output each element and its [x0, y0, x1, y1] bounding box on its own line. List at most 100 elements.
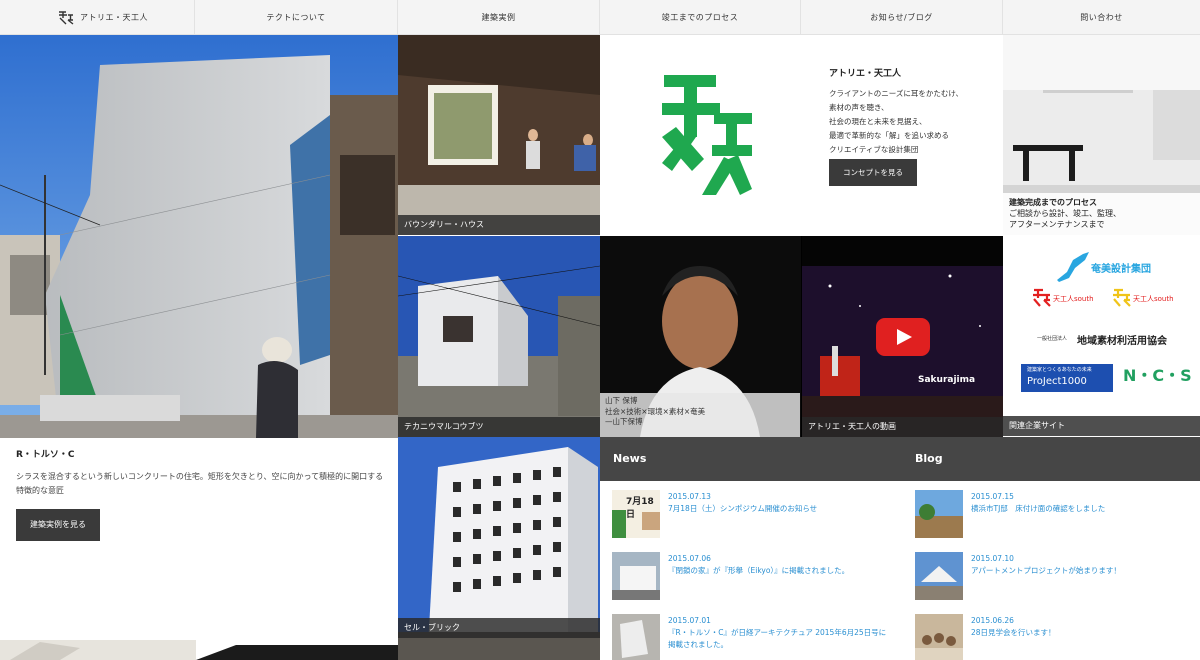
- nav-item-works[interactable]: 建築実例: [398, 0, 600, 35]
- process-line: アフターメンテナンスまで: [1009, 220, 1105, 230]
- video-caption: アトリエ・天工人の動画: [802, 417, 1003, 437]
- person-caption: 山下 保博 社会×技術×環境×素材×奄美 —山下保博: [600, 393, 800, 437]
- hero-image: [0, 35, 398, 438]
- blog-item[interactable]: 2015.06.26 28日見学会を行います！: [915, 614, 1195, 660]
- amami-island-icon: [1057, 252, 1089, 282]
- caption-cell-brick: セル・ブリック: [398, 618, 600, 638]
- tekani-image: [398, 236, 600, 437]
- news-title[interactable]: 『閉鎖の家』が『形擧（Eikyo）』に掲載されました。: [668, 565, 888, 577]
- news-thumb-text: 7月18日: [626, 497, 654, 520]
- blog-thumb-image: [915, 552, 963, 600]
- view-works-button[interactable]: 建築実例を見る: [16, 509, 100, 542]
- concept-title: アトリエ・天工人: [829, 69, 902, 79]
- blog-thumb-image: [915, 614, 963, 660]
- concept-text: クライアントのニーズに耳をかたむけ、 素材の声を聴き、 社会の現在と未来を見据え…: [829, 87, 999, 156]
- tekuto-south-yellow-logo-icon: [1113, 288, 1131, 307]
- concept-line: クライアントのニーズに耳をかたむけ、: [829, 89, 963, 98]
- hero-info: R・トルソ・C シラスを混合するという新しいコンクリートの住宅。矩形を欠きとり、…: [16, 447, 386, 542]
- news-thumb: [612, 552, 660, 600]
- news-item[interactable]: 2015.07.01 『R・トルソ・C』が日経アーキテクチュア 2015年6月2…: [612, 614, 902, 660]
- caption-boundary-house: バウンダリー・ハウス: [398, 215, 600, 235]
- boundary-house-image: [398, 35, 600, 235]
- partial-image-2: [196, 645, 398, 660]
- news-thumb-image: [612, 614, 660, 660]
- hero-photo-r-torso-c[interactable]: [0, 35, 398, 438]
- news-date: 2015.07.13: [668, 492, 711, 501]
- process-title: 建築完成までのプロセス: [1009, 198, 1097, 207]
- person-name: 山下 保博: [605, 396, 638, 405]
- news-heading: News: [600, 437, 902, 481]
- blog-list: 2015.07.15 横浜市TJ邸 床付け面の確認をしました 2015.07.1…: [915, 490, 1195, 660]
- nav-item-contact[interactable]: 問い合わせ: [1003, 0, 1200, 35]
- news-thumb: 7月18日: [612, 490, 660, 538]
- news-title[interactable]: 7月18日（土）シンポジウム開催のお知らせ: [668, 503, 888, 515]
- partial-image: [10, 642, 80, 660]
- concept-line: 素材の声を聴き、: [829, 102, 889, 112]
- news-list: 7月18日 2015.07.13 7月18日（土）シンポジウム開催のお知らせ 2…: [612, 490, 902, 660]
- tekuto-south-logo-icon: [1033, 288, 1051, 307]
- blog-title[interactable]: 横浜市TJ邸 床付け面の確認をしました: [971, 503, 1191, 515]
- concept-line: 最適で革新的な「解」を追い求める: [829, 130, 949, 140]
- tile-tekani[interactable]: テカニウマルコウブツ: [398, 236, 600, 437]
- tekuto-south-label: 天工人south: [1053, 295, 1094, 303]
- project-tagline: 建築家とつくるあなたの未来: [1027, 367, 1092, 373]
- kyokai-link[interactable]: 一般社団法人 地域素材利活用協会: [1037, 330, 1197, 350]
- project1000-label: ProJect1000: [1027, 376, 1087, 387]
- tekuto-south-link[interactable]: 天工人south: [1033, 288, 1103, 310]
- tile-process[interactable]: 建築完成までのプロセス ご相談から設計、竣工、監理、 アフターメンテナンスまで: [1003, 35, 1200, 235]
- video-panel[interactable]: Sakurajima 山下 保博 社会×技術×環境×素材×奄美 —山下保博 アト…: [600, 236, 1003, 437]
- blog-date: 2015.07.15: [971, 492, 1014, 501]
- news-item[interactable]: 2015.07.06 『閉鎖の家』が『形擧（Eikyo）』に掲載されました。: [612, 552, 902, 614]
- concept-panel: アトリエ・天工人 クライアントのニーズに耳をかたむけ、 素材の声を聴き、 社会の…: [600, 35, 1003, 235]
- amami-label: 奄美設計集団: [1091, 264, 1151, 275]
- blog-date: 2015.06.26: [971, 616, 1014, 625]
- view-concept-button[interactable]: コンセプトを見る: [829, 159, 917, 186]
- partial-photo-left[interactable]: [0, 640, 196, 660]
- news-date: 2015.07.01: [668, 616, 711, 625]
- partial-photo-right[interactable]: [196, 640, 398, 660]
- blog-title[interactable]: アパートメントプロジェクトが始まります！: [971, 565, 1191, 577]
- hero-title: R・トルソ・C: [16, 450, 75, 460]
- nav-item-process[interactable]: 竣工までのプロセス: [600, 0, 801, 35]
- tekuto-logo-icon: [59, 10, 74, 25]
- blog-title[interactable]: 28日見学会を行います！: [971, 627, 1191, 639]
- news-title[interactable]: 『R・トルソ・C』が日経アーキテクチュア 2015年6月25日号に掲載されました…: [668, 627, 888, 651]
- partners-caption: 関連企業サイト: [1003, 416, 1200, 436]
- blog-thumb-image: [915, 490, 963, 538]
- concept-line: クリエイティブな設計集団: [829, 144, 919, 154]
- blog-heading: Blog: [902, 437, 1200, 481]
- nav-home-logo[interactable]: アトリエ・天工人: [0, 0, 195, 35]
- tekuto-brand-logo-icon: [662, 75, 752, 195]
- youtube-play-icon[interactable]: [876, 318, 930, 356]
- partners-panel: 奄美設計集団 天工人south 天工人south 一般社団法人 地域素材利活用協…: [1003, 236, 1200, 436]
- blog-item[interactable]: 2015.07.15 横浜市TJ邸 床付け面の確認をしました: [915, 490, 1195, 552]
- amami-link[interactable]: 奄美設計集団: [1053, 250, 1183, 284]
- blog-item[interactable]: 2015.07.10 アパートメントプロジェクトが始まります！: [915, 552, 1195, 614]
- project1000-link[interactable]: 建築家とつくるあなたの未来 ProJect1000: [1021, 364, 1113, 392]
- nav-logo-label: アトリエ・天工人: [80, 13, 148, 22]
- tile-boundary-house[interactable]: バウンダリー・ハウス: [398, 35, 600, 235]
- kyokai-label: 地域素材利活用協会: [1077, 336, 1167, 347]
- top-nav: アトリエ・天工人 テクトについて 建築実例 竣工までのプロセス お知らせ/ブログ…: [0, 0, 1200, 35]
- news-item[interactable]: 7月18日 2015.07.13 7月18日（土）シンポジウム開催のお知らせ: [612, 490, 902, 552]
- hero-description: シラスを混合するという新しいコンクリートの住宅。矩形を欠きとり、空に向かって積極…: [16, 472, 384, 495]
- tekuto-south-2-link[interactable]: 天工人south: [1113, 288, 1193, 310]
- ncs-label: N・C・S: [1123, 366, 1192, 385]
- process-line: ご相談から設計、竣工、監理、: [1009, 209, 1121, 219]
- person-tagline: 社会×技術×環境×素材×奄美: [605, 406, 706, 416]
- blog-thumb: [915, 490, 963, 538]
- news-thumb-image: [612, 552, 660, 600]
- stage-text: Sakurajima: [918, 375, 976, 385]
- person-sign: —山下保博: [605, 417, 643, 426]
- nav-item-news-blog[interactable]: お知らせ/ブログ: [801, 0, 1003, 35]
- kyokai-small-label: 一般社団法人: [1037, 336, 1068, 342]
- blog-thumb: [915, 552, 963, 600]
- news-date: 2015.07.06: [668, 554, 711, 563]
- tile-cell-brick[interactable]: セル・ブリック: [398, 437, 600, 660]
- ncs-link[interactable]: N・C・S: [1123, 362, 1193, 394]
- nav-item-about[interactable]: テクトについて: [195, 0, 398, 35]
- blog-thumb: [915, 614, 963, 660]
- process-caption: 建築完成までのプロセス ご相談から設計、竣工、監理、 アフターメンテナンスまで: [1003, 193, 1200, 235]
- news-thumb: [612, 614, 660, 660]
- concept-line: 社会の現在と未来を見据え、: [829, 116, 927, 126]
